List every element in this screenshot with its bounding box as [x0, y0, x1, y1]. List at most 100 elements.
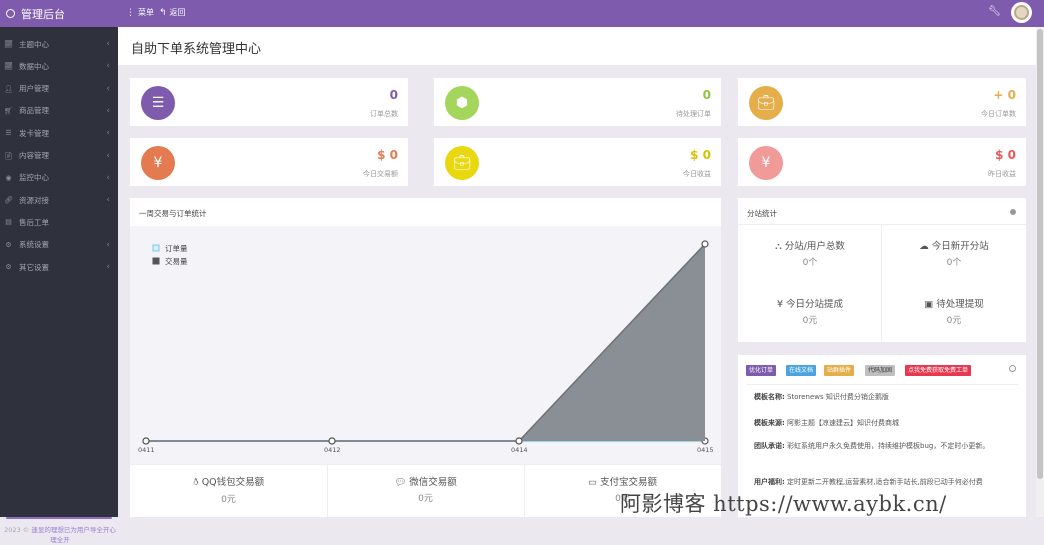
x-tick-label: 0411 [138, 446, 155, 454]
badge-button[interactable]: 代码加固 [865, 365, 896, 376]
top-bar: 管理后台 ⋮ 菜单 ↰ 返回 🔧︎ [0, 0, 1044, 27]
stat-label: 今日收益 [683, 170, 711, 178]
alipay-icon: ▭ [588, 477, 597, 488]
sidebar-item-label: 发卡管理 [19, 128, 49, 138]
payment-label: QQ钱包交易额 [201, 477, 265, 488]
info-key: 用户福利: [754, 478, 785, 486]
stat-card: ¥ $ 0 今日交易额 [130, 138, 408, 186]
dist-value: 0个 [946, 258, 962, 268]
stat-value: 0 [389, 88, 398, 102]
back-arrow-icon: ↰ [159, 7, 167, 18]
dist-stat: ☁ 今日新开分站 0个 [882, 238, 1026, 268]
payment-value: 0元 [418, 494, 433, 504]
chevron-left-icon: ‹ [106, 262, 110, 272]
scrollbar[interactable] [1036, 27, 1044, 517]
collapse-icon[interactable] [1010, 209, 1016, 215]
menu-label: 菜单 [138, 8, 154, 17]
wrench-icon[interactable]: 🔧︎ [988, 6, 1001, 17]
stat-value: $ 0 [377, 148, 398, 162]
sidebar-item-6[interactable]: ◉ 监控中心 ‹ [0, 167, 118, 189]
payment-label: 支付宝交易额 [599, 477, 657, 488]
gauge-icon [6, 9, 15, 18]
wechat-icon: 💬︎ [394, 477, 407, 488]
page-title: 自助下单系统管理中心 [131, 42, 262, 57]
legend-label: 交易量 [165, 256, 188, 266]
stat-card: ☰ 0 订单总数 [130, 78, 408, 126]
info-row: 模板名称: Storenews 知识付费分销企鹅版 [754, 392, 1014, 403]
dist-value: 0元 [946, 316, 962, 326]
bars-icon: ⋮ [126, 7, 135, 18]
yen-icon: ¥ [141, 146, 175, 180]
sidebar-item-3[interactable]: 🛒︎ 商品管理 ‹ [0, 100, 118, 122]
avatar-image [1014, 5, 1029, 20]
data-point[interactable] [701, 240, 709, 248]
chevron-left-icon: ‹ [106, 239, 110, 250]
menu-button[interactable]: ⋮ 菜单 [126, 7, 154, 18]
scrollbar-thumb[interactable] [1037, 29, 1043, 479]
footer-year: 2023 © [4, 526, 30, 534]
stat-card: ¥ $ 0 昨日收益 [738, 138, 1026, 186]
qq-icon: 🐧︎ [192, 477, 199, 488]
sidebar-item-2[interactable]: 👤︎ 用户管理 ‹ [0, 78, 118, 100]
data-point[interactable] [328, 437, 336, 445]
list-icon: ☰ [5, 129, 12, 138]
distribution-panel: 分站统计 ⛬ 分站/用户总数 0个 ☁ 今日新开分站 0个 ¥ 今日分站提成 0元 ▣ 待处理提现 0… [738, 198, 1026, 342]
stat-card: ⬢ 0 待处理订单 [434, 78, 721, 126]
x-tick-label: 0412 [324, 446, 341, 454]
footer-link[interactable]: 速显的理想已为用户导全开心理全开 [31, 526, 116, 544]
dist-stat: ¥ 今日分站提成 0元 [738, 296, 882, 326]
info-value: 阿影主题【凉速建云】知识付费商城 [787, 419, 900, 427]
sidebar-item-10[interactable]: ⚙ 其它设置 ‹ [0, 256, 118, 278]
x-tick-label: 0415 [697, 446, 714, 454]
badge-button[interactable]: 站群插件 [824, 365, 855, 376]
chevron-left-icon: ‹ [106, 105, 110, 116]
stat-label: 待处理订单 [676, 110, 711, 118]
legend-swatch[interactable] [152, 244, 160, 252]
yen-icon: ¥ [776, 299, 784, 310]
sidebar-item-label: 售后工单 [19, 217, 49, 227]
sidebar-item-label: 其它设置 [19, 262, 49, 272]
chart-icon: 📈︎ [4, 40, 13, 48]
badge-button[interactable]: 点我免费获取免费工单 [905, 365, 972, 376]
info-key: 团队承诺: [754, 442, 785, 450]
list-icon: ☰ [141, 86, 175, 120]
chevron-left-icon: ‹ [106, 128, 110, 139]
chevron-left-icon: ‹ [106, 195, 110, 206]
sidebar-item-7[interactable]: 🔗︎ 资源对接 ‹ [0, 189, 118, 211]
divider [746, 384, 1018, 385]
chart-panel: 一周交易与订单统计 0411 0412 0414 0415 订单量 交易量 🐧︎ QQ钱包交… [130, 198, 721, 517]
data-point[interactable] [142, 437, 150, 445]
payment-stat: 🐧︎ QQ钱包交易额 0元 [130, 474, 327, 505]
sidebar-item-8[interactable]: ▤ 售后工单 [0, 211, 118, 233]
payment-stat: 💬︎ 微信交易额 0元 [327, 474, 524, 504]
info-icon[interactable] [1009, 365, 1016, 372]
back-button[interactable]: ↰ 返回 [159, 7, 186, 18]
stat-card: 💼︎ $ 0 今日收益 [434, 138, 721, 186]
stat-label: 今日订单数 [981, 110, 1016, 118]
sidebar-item-label: 资源对接 [19, 195, 49, 205]
brand[interactable]: 管理后台 [0, 0, 118, 27]
info-key: 模板名称: [754, 393, 785, 401]
briefcase-icon: 💼︎ [749, 86, 783, 120]
data-point[interactable] [515, 437, 523, 445]
sidebar-footer: 2023 © 速显的理想已为用户导全开心理全开 [4, 525, 116, 545]
divider [130, 464, 721, 465]
info-row: 团队承诺: 彩虹系统用户永久免费使用，持续维护模板bug，不定时小更新。 [754, 441, 1014, 452]
badge-button[interactable]: 在线文档 [786, 365, 817, 376]
app-title: 管理后台 [21, 7, 65, 21]
sidebar-item-9[interactable]: ⚙ 系统设置 ‹ [0, 234, 118, 256]
sidebar-item-0[interactable]: 📈︎ 主题中心 ‹ [0, 33, 118, 55]
legend-swatch[interactable] [152, 257, 160, 265]
back-label: 返回 [169, 8, 186, 17]
sidebar-item-4[interactable]: ☰ 发卡管理 ‹ [0, 122, 118, 144]
badge-button[interactable]: 优化订单 [746, 365, 777, 376]
yen-icon: ¥ [749, 146, 783, 180]
chevron-left-icon: ‹ [106, 83, 110, 94]
chart-title: 一周交易与订单统计 [139, 209, 207, 218]
eye-icon: ◉ [5, 173, 12, 182]
sidebar-item-5[interactable]: 📄︎ 内容管理 ‹ [0, 145, 118, 167]
page-header: 自助下单系统管理中心 [118, 27, 1036, 65]
sidebar-item-1[interactable]: 📈︎ 数据中心 ‹ [0, 55, 118, 77]
gear-icon: ⚙ [5, 240, 12, 249]
avatar[interactable] [1011, 2, 1032, 23]
